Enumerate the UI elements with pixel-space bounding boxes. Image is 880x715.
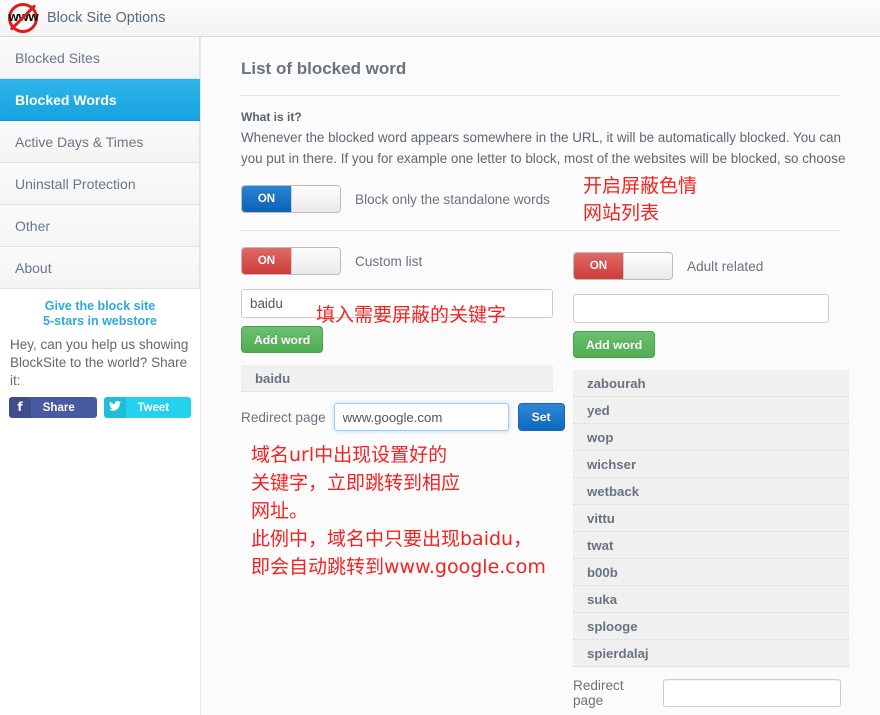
list-item[interactable]: suka xyxy=(573,586,849,613)
custom-word-list: baidu xyxy=(241,365,573,392)
adult-redirect-input[interactable] xyxy=(663,679,841,707)
toggle-knob[interactable] xyxy=(622,253,672,279)
sidebar-item-uninstall-protection[interactable]: Uninstall Protection xyxy=(0,163,200,205)
settings-columns: ON Block only the standalone words ON Cu… xyxy=(201,175,880,708)
sidebar-item-other[interactable]: Other xyxy=(0,205,200,247)
sidebar-item-label: Active Days & Times xyxy=(15,133,144,150)
custom-word-input[interactable] xyxy=(241,289,553,318)
custom-redirect-label: Redirect page xyxy=(241,409,326,425)
share-buttons: f Share Tweet xyxy=(6,397,194,418)
promo-block: Give the block site 5-stars in webstore … xyxy=(0,289,200,418)
main-panel: List of blocked word What is it? Wheneve… xyxy=(200,37,880,715)
standalone-words-label: Block only the standalone words xyxy=(355,191,550,207)
list-item[interactable]: wetback xyxy=(573,478,849,505)
standalone-words-row: ON Block only the standalone words xyxy=(241,185,573,213)
sidebar-item-blocked-words[interactable]: Blocked Words xyxy=(0,79,200,121)
toggle-on-label: ON xyxy=(574,253,623,279)
sidebar-item-label: Other xyxy=(15,217,51,234)
adult-related-label: Adult related xyxy=(687,258,764,274)
sidebar-item-blocked-sites[interactable]: Blocked Sites xyxy=(0,37,200,79)
intro-line-1: Whenever the blocked word appears somewh… xyxy=(241,130,841,145)
facebook-icon: f xyxy=(9,397,31,418)
share-blurb: Hey, can you help us showing BlockSite t… xyxy=(10,337,189,388)
list-item[interactable]: splooge xyxy=(573,613,849,640)
sidebar-item-label: Uninstall Protection xyxy=(15,175,136,192)
adult-add-word-button[interactable]: Add word xyxy=(573,331,656,358)
twitter-tweet-label: Tweet xyxy=(137,401,170,414)
custom-redirect-input[interactable] xyxy=(333,403,509,431)
toggle-knob[interactable] xyxy=(290,186,340,212)
custom-list-toggle[interactable]: ON xyxy=(241,247,341,275)
toggle-knob[interactable] xyxy=(290,248,340,274)
sidebar-item-label: About xyxy=(15,259,52,276)
sidebar-item-active-days-times[interactable]: Active Days & Times xyxy=(0,121,200,163)
sidebar-item-label: Blocked Words xyxy=(15,91,117,108)
toggle-on-label: ON xyxy=(242,186,291,212)
twitter-bird-icon xyxy=(103,397,126,418)
facebook-share-label: Share xyxy=(42,401,75,414)
annotation-redirect-explanation: 域名url中出现设置好的 关键字，立即跳转到相应 网址。 此例中，域名中只要出现… xyxy=(251,444,546,578)
rate-line-2: 5-stars in webstore xyxy=(43,314,157,328)
rate-extension-link[interactable]: Give the block site 5-stars in webstore xyxy=(6,299,194,329)
panel-header: List of blocked word xyxy=(201,37,880,79)
rate-line-1: Give the block site xyxy=(44,299,156,313)
intro-block: What is it? Whenever the blocked word ap… xyxy=(201,96,880,169)
custom-list-row: ON Custom list xyxy=(241,247,573,275)
standalone-words-toggle[interactable]: ON xyxy=(241,185,341,213)
sidebar: Blocked Sites Blocked Words Active Days … xyxy=(0,37,200,715)
list-item[interactable]: vittu xyxy=(573,505,849,532)
list-item[interactable]: zabourah xyxy=(573,370,849,397)
sidebar-item-about[interactable]: About xyxy=(0,247,200,289)
intro-heading: What is it? xyxy=(241,110,302,124)
blocked-www-logo-icon: WWW xyxy=(8,3,39,33)
adult-redirect-label: Redirect page xyxy=(573,678,624,708)
intro-line-2: you put in there. If you for example one… xyxy=(241,151,846,166)
list-item[interactable]: baidu xyxy=(241,365,553,392)
custom-list-label: Custom list xyxy=(355,253,423,269)
page-title: Block Site Options xyxy=(47,10,166,26)
section-title: List of blocked word xyxy=(241,59,407,78)
list-item[interactable]: yed xyxy=(573,397,849,424)
annotation-adult-toggle: 开启屏蔽色情 网站列表 xyxy=(583,175,698,224)
custom-add-word-button[interactable]: Add word xyxy=(241,326,324,353)
custom-word-entry: 填入需要屏蔽的关键字 xyxy=(241,289,573,326)
adult-related-column: 开启屏蔽色情 网站列表 ON Adult related Add word za… xyxy=(573,175,849,708)
adult-related-row: ON Adult related xyxy=(573,252,841,280)
twitter-tweet-button[interactable]: Tweet xyxy=(103,397,191,418)
list-item[interactable]: spierdalaj xyxy=(573,640,849,667)
list-item[interactable]: wichser xyxy=(573,451,849,478)
list-item[interactable]: twat xyxy=(573,532,849,559)
custom-list-column: ON Block only the standalone words ON Cu… xyxy=(201,185,841,708)
list-item[interactable]: wop xyxy=(573,424,849,451)
list-item[interactable]: b00b xyxy=(573,559,849,586)
toggle-on-label: ON xyxy=(242,248,291,274)
custom-redirect-set-button[interactable]: Set xyxy=(517,403,565,431)
custom-redirect-row: Redirect page Set xyxy=(241,403,573,431)
sidebar-item-label: Blocked Sites xyxy=(15,49,100,66)
adult-word-list: zabourah yed wop wichser wetback vittu t… xyxy=(573,370,849,667)
adult-redirect-row: Redirect page xyxy=(573,678,841,708)
adult-related-toggle[interactable]: ON xyxy=(573,252,673,280)
app-header: WWW Block Site Options xyxy=(0,0,880,37)
adult-word-input[interactable] xyxy=(573,294,829,323)
facebook-share-button[interactable]: f Share xyxy=(9,397,97,418)
